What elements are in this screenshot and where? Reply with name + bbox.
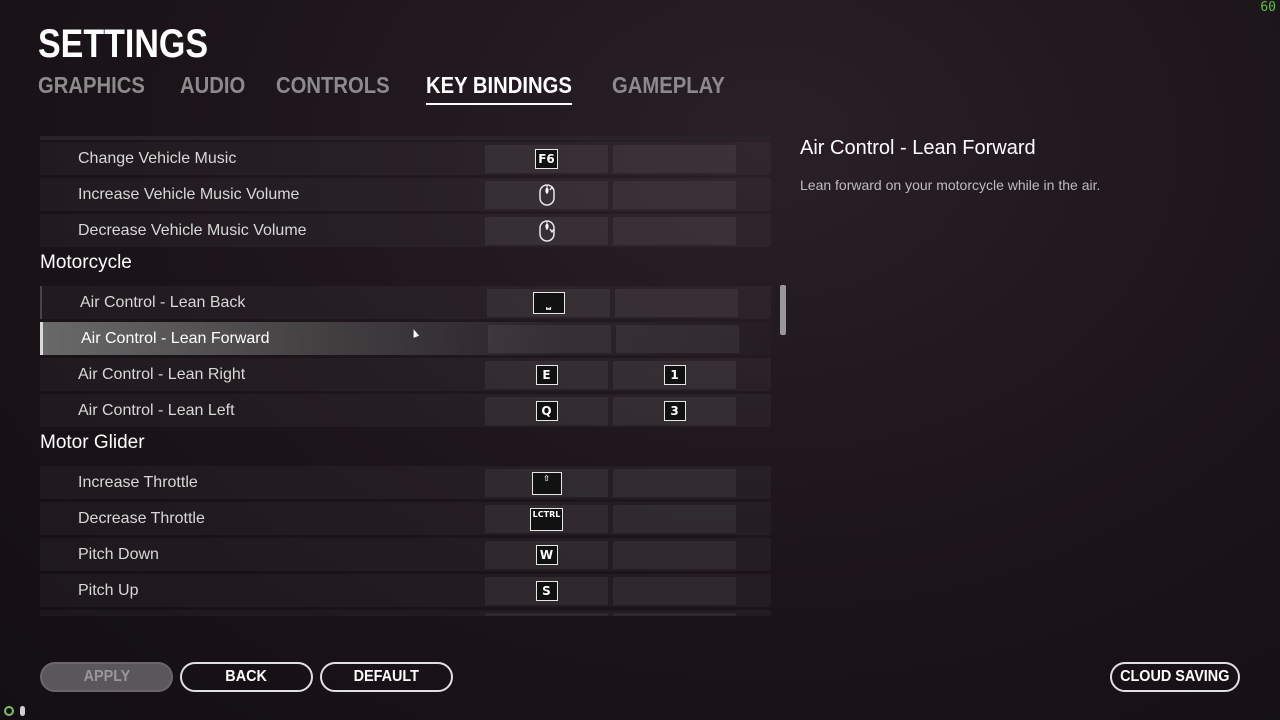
secondary-key-slot[interactable]: 3 <box>613 397 736 425</box>
binding-label: Decrease Throttle <box>78 509 205 527</box>
primary-key-slot[interactable]: LCTRL <box>485 505 608 533</box>
key-cap: Q <box>535 401 558 421</box>
binding-label: Increase Throttle <box>78 473 198 491</box>
binding-row[interactable]: Change Vehicle Music F6 <box>40 142 771 175</box>
mouse-wheel-up-icon <box>538 184 555 206</box>
key-cap: W <box>535 545 558 565</box>
binding-label: Change Vehicle Music <box>78 149 237 167</box>
secondary-key-slot[interactable]: 1 <box>613 361 736 389</box>
binding-row[interactable]: Air Control - Lean Back ⎵ <box>40 286 771 319</box>
section-header-motor-glider: Motor Glider <box>40 432 145 453</box>
secondary-key-slot[interactable] <box>616 325 739 353</box>
secondary-key-slot[interactable] <box>613 541 736 569</box>
secondary-key-slot[interactable] <box>613 577 736 605</box>
status-indicator-icon <box>4 706 14 716</box>
primary-key-slot[interactable]: Q <box>485 397 608 425</box>
secondary-key-slot[interactable] <box>613 505 736 533</box>
mouse-wheel-down-icon <box>538 220 555 242</box>
binding-label: Air Control - Lean Left <box>78 401 235 419</box>
primary-key-slot[interactable]: F6 <box>485 145 608 173</box>
binding-label: Decrease Vehicle Music Volume <box>78 221 307 239</box>
list-top-edge <box>40 136 771 140</box>
binding-row[interactable]: Increase Throttle ⇧ <box>40 466 771 499</box>
secondary-key-slot[interactable] <box>613 181 736 209</box>
tab-audio[interactable]: AUDIO <box>180 72 245 105</box>
page-title: SETTINGS <box>38 22 209 66</box>
primary-key-slot[interactable] <box>485 613 608 616</box>
key-bindings-list: Change Vehicle Music F6 Increase Vehicle… <box>40 136 771 616</box>
tab-controls[interactable]: CONTROLS <box>276 72 390 105</box>
binding-label: Pitch Up <box>78 581 139 599</box>
spacebar-key: ⎵ <box>532 292 565 314</box>
cloud-saving-button[interactable]: CLOUD SAVING <box>1110 662 1240 692</box>
secondary-key-slot[interactable] <box>613 217 736 245</box>
primary-key-slot[interactable] <box>485 181 608 209</box>
tab-graphics[interactable]: GRAPHICS <box>38 72 145 105</box>
key-cap: 1 <box>663 365 686 385</box>
system-tray <box>4 706 25 716</box>
secondary-key-slot[interactable] <box>613 145 736 173</box>
binding-row[interactable]: Decrease Throttle LCTRL <box>40 502 771 535</box>
back-button-label: BACK <box>225 668 268 685</box>
key-cap: F6 <box>535 149 558 169</box>
cloud-saving-button-label: CLOUD SAVING <box>1120 668 1230 685</box>
secondary-key-slot[interactable] <box>615 289 738 317</box>
primary-key-slot[interactable]: E <box>485 361 608 389</box>
tab-key-bindings[interactable]: KEY BINDINGS <box>425 72 572 105</box>
fps-counter: 60 <box>1260 0 1276 15</box>
default-button[interactable]: DEFAULT <box>320 662 453 692</box>
section-header-motorcycle: Motorcycle <box>40 252 132 273</box>
binding-row[interactable]: Air Control - Lean Left Q 3 <box>40 394 771 427</box>
binding-row[interactable]: Air Control - Lean Right E 1 <box>40 358 771 391</box>
secondary-key-slot[interactable] <box>613 469 736 497</box>
binding-row[interactable]: Pitch Down W <box>40 538 771 571</box>
primary-key-slot[interactable]: W <box>485 541 608 569</box>
binding-row-partial[interactable] <box>40 610 771 616</box>
binding-row[interactable]: Pitch Up S <box>40 574 771 607</box>
apply-button-label: APPLY <box>83 668 130 685</box>
binding-row[interactable]: Increase Vehicle Music Volume <box>40 178 771 211</box>
tab-gameplay[interactable]: GAMEPLAY <box>612 72 725 105</box>
primary-key-slot[interactable] <box>485 217 608 245</box>
binding-label: Air Control - Lean Back <box>80 293 246 311</box>
primary-key-slot[interactable] <box>488 325 611 353</box>
back-button[interactable]: BACK <box>180 662 313 692</box>
lctrl-key: LCTRL <box>529 507 564 531</box>
shift-key: ⇧ <box>531 471 562 495</box>
detail-title: Air Control - Lean Forward <box>800 137 1036 159</box>
primary-key-slot[interactable]: ⎵ <box>487 289 610 317</box>
binding-row[interactable]: Decrease Vehicle Music Volume <box>40 214 771 247</box>
detail-description: Lean forward on your motorcycle while in… <box>800 177 1101 193</box>
key-cap: S <box>535 581 558 601</box>
binding-label: Air Control - Lean Forward <box>81 329 270 347</box>
key-cap: E <box>535 365 558 385</box>
apply-button[interactable]: APPLY <box>40 662 173 692</box>
binding-row-selected[interactable]: Air Control - Lean Forward <box>40 322 771 355</box>
secondary-key-slot[interactable] <box>613 613 736 616</box>
binding-label: Increase Vehicle Music Volume <box>78 185 300 203</box>
primary-key-slot[interactable]: S <box>485 577 608 605</box>
default-button-label: DEFAULT <box>353 668 420 685</box>
key-cap: 3 <box>663 401 686 421</box>
binding-label: Air Control - Lean Right <box>78 365 246 383</box>
binding-label: Pitch Down <box>78 545 159 563</box>
list-scrollbar-thumb[interactable] <box>780 285 786 335</box>
microphone-icon <box>20 706 25 716</box>
primary-key-slot[interactable]: ⇧ <box>485 469 608 497</box>
settings-tabs: GRAPHICS AUDIO CONTROLS KEY BINDINGS GAM… <box>38 72 762 105</box>
